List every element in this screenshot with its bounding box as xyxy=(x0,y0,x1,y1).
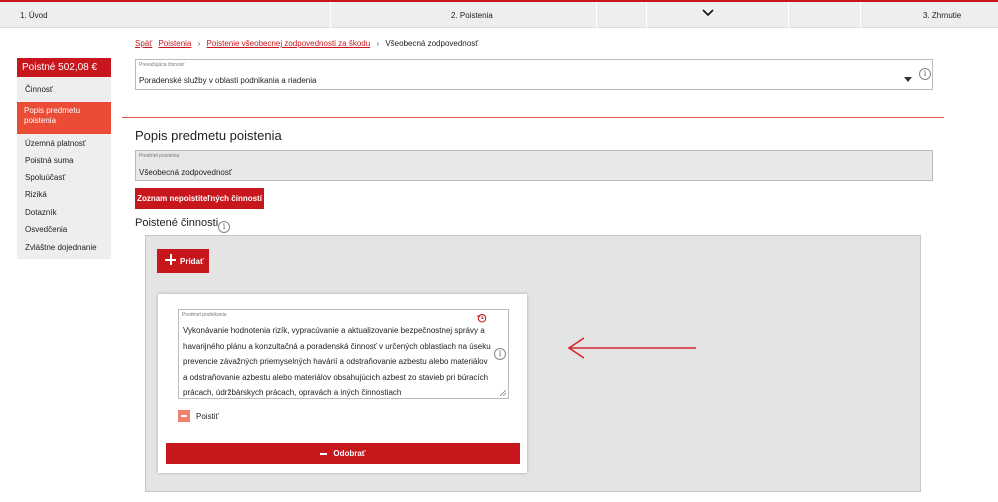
business-subject-label: Predmet podnikania xyxy=(182,312,227,318)
breadcrumb-separator-icon: › xyxy=(197,39,201,48)
breadcrumb-back-link[interactable]: Späť xyxy=(135,39,152,48)
annotation-arrow-icon xyxy=(567,337,696,359)
sidebar-item-osvedcenia[interactable]: Osvedčenia xyxy=(25,225,67,234)
insured-activities-title: Poistené činnosti xyxy=(135,217,219,229)
insured-object-field: Predmet poistenia Všeobecná zodpovednosť xyxy=(135,150,933,181)
sidebar: Poistné 502,08 € Činnosť Popis predmetu … xyxy=(17,58,111,259)
main-activity-label: Prevažujúca činnosť xyxy=(139,62,185,68)
step-divider xyxy=(330,2,331,28)
sidebar-item-zvlastne-dojednanie[interactable]: Zvláštne dojednanie xyxy=(25,243,97,252)
remove-activity-button[interactable]: Odobrať xyxy=(166,443,520,464)
step-divider xyxy=(860,2,861,28)
breadcrumb-link-zodpovednost[interactable]: Poistenie všeobecnej zodpovednosti za šk… xyxy=(207,39,371,48)
text-line: prevencie závažných priemyselných havári… xyxy=(183,357,488,366)
info-icon[interactable]: i xyxy=(218,221,230,233)
sidebar-item-dotaznik[interactable]: Dotazník xyxy=(25,208,57,217)
uninsurable-list-button[interactable]: Zoznam nepoistiteľných činností xyxy=(135,188,264,209)
activity-card: Predmet podnikania Vykonávanie hodnoteni… xyxy=(158,294,527,473)
sidebar-item-rizika[interactable]: Riziká xyxy=(25,190,47,199)
chevron-down-icon[interactable] xyxy=(700,6,716,20)
step-zhrnutie[interactable]: 3. Zhrnutie xyxy=(923,11,961,20)
business-subject-text: Vykonávanie hodnotenia rizík, vypracúvan… xyxy=(183,323,495,401)
step-divider xyxy=(788,2,789,28)
resize-grip-icon[interactable] xyxy=(500,390,506,396)
main-activity-value: Poradenské služby v oblasti podnikania a… xyxy=(139,76,317,85)
sidebar-item-popis-predmetu[interactable]: Popis predmetu poistenia xyxy=(17,102,111,134)
insured-object-label: Predmet poistenia xyxy=(139,153,180,159)
sidebar-item-poistna-suma[interactable]: Poistná suma xyxy=(25,156,73,165)
plus-icon xyxy=(165,254,176,265)
text-line: Vykonávanie hodnotenia rizík, vypracúvan… xyxy=(183,326,485,335)
breadcrumb: Späť Poistenia › Poistenie všeobecnej zo… xyxy=(135,39,478,48)
dropdown-arrow-icon xyxy=(904,77,912,82)
text-line: havarijného plánu a konzultačná a porade… xyxy=(183,341,491,351)
step-poistenia[interactable]: 2. Poistenia xyxy=(451,11,493,20)
step-divider xyxy=(646,2,647,28)
insured-object-value: Všeobecná zodpovednosť xyxy=(139,168,232,177)
breadcrumb-link-poistenia[interactable]: Poistenia xyxy=(158,39,191,48)
business-subject-textarea[interactable]: Predmet podnikania Vykonávanie hodnoteni… xyxy=(178,309,509,399)
section-title: Popis predmetu poistenia xyxy=(135,128,282,143)
info-icon[interactable]: i xyxy=(919,68,931,80)
sidebar-item-label: Popis predmetu poistenia xyxy=(24,106,81,125)
step-divider xyxy=(596,2,597,28)
text-line: a odstraňovanie azbestu alebo materiálov… xyxy=(183,372,489,382)
sidebar-item-cinnost[interactable]: Činnosť xyxy=(25,85,53,94)
add-activity-label: Pridať xyxy=(180,256,204,266)
breadcrumb-current: Všeobecná zodpovednosť xyxy=(385,39,479,48)
text-line: prácach, údržbárskych prácach, opravách … xyxy=(183,388,402,397)
insure-checkbox-label: Poistiť xyxy=(196,412,219,421)
add-activity-button[interactable]: Pridať xyxy=(157,249,209,273)
step-uvod[interactable]: 1. Úvod xyxy=(20,11,48,20)
info-icon[interactable]: i xyxy=(494,348,506,360)
history-icon[interactable] xyxy=(477,313,487,323)
section-divider xyxy=(122,117,944,118)
premium-badge: Poistné 502,08 € xyxy=(17,58,111,77)
sidebar-item-uzemna-platnost[interactable]: Územná platnosť xyxy=(25,139,86,148)
insure-checkbox[interactable] xyxy=(178,410,190,422)
breadcrumb-separator-icon: › xyxy=(376,39,380,48)
main-activity-select[interactable]: Prevažujúca činnosť Poradenské služby v … xyxy=(135,59,933,90)
sidebar-item-spoluucast[interactable]: Spoluúčasť xyxy=(25,173,65,182)
remove-activity-label: Odobrať xyxy=(333,449,366,458)
step-bar: 1. Úvod 2. Poistenia 3. Zhrnutie xyxy=(0,2,998,28)
minus-icon xyxy=(320,453,328,455)
